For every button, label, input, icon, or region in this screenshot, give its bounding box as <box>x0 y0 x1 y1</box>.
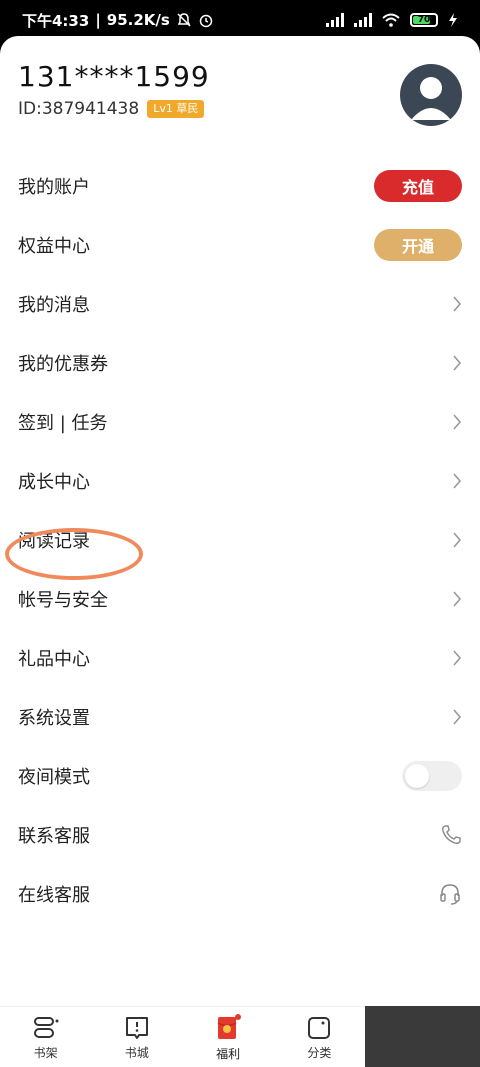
chevron-right-icon <box>453 590 462 607</box>
tab-bookstore[interactable]: 书城 <box>92 1015 182 1061</box>
chevron-right-icon <box>453 649 462 666</box>
recharge-button[interactable]: 充值 <box>374 169 462 202</box>
red-envelope-icon <box>217 1013 242 1039</box>
menu-item-contact-service[interactable]: 联系客服 <box>0 805 480 864</box>
bottom-tab-bar: 书架 书城 福利 分类 <box>0 1006 365 1067</box>
obscured-area <box>365 1006 480 1067</box>
chevron-right-icon <box>453 413 462 430</box>
menu-item-label: 我的消息 <box>18 294 90 316</box>
charging-icon <box>449 13 457 27</box>
user-id: ID:387941438 <box>18 99 140 119</box>
user-phone: 131****1599 <box>18 60 210 93</box>
profile-screen: 131****1599 ID:387941438 Lv1 草民 我的账户 充值 … <box>0 36 480 1067</box>
tab-label: 书城 <box>124 1045 149 1060</box>
tab-category[interactable]: 分类 <box>274 1015 364 1061</box>
status-time: 下午4:33 <box>22 11 90 30</box>
menu-item-label: 我的账户 <box>18 176 90 198</box>
category-icon <box>308 1016 331 1039</box>
headset-icon <box>440 883 460 905</box>
avatar[interactable] <box>400 64 462 126</box>
menu-item-messages[interactable]: 我的消息 <box>0 274 480 333</box>
menu-item-checkin[interactable]: 签到 | 任务 <box>0 392 480 451</box>
chevron-right-icon <box>453 708 462 725</box>
menu-item-label: 成长中心 <box>18 471 90 493</box>
chevron-right-icon <box>453 472 462 489</box>
menu-item-settings[interactable]: 系统设置 <box>0 687 480 746</box>
menu-item-label: 我的优惠券 <box>18 353 108 375</box>
menu-item-coupons[interactable]: 我的优惠券 <box>0 333 480 392</box>
chevron-right-icon <box>453 295 462 312</box>
alarm-icon <box>199 14 213 28</box>
tab-bookshelf[interactable]: 书架 <box>1 1015 91 1061</box>
menu-item-account-security[interactable]: 帐号与安全 <box>0 569 480 628</box>
signal-icon <box>326 13 344 27</box>
signal-icon-2 <box>354 13 372 27</box>
night-mode-toggle[interactable] <box>402 760 462 791</box>
menu-item-label: 权益中心 <box>18 235 90 257</box>
chevron-right-icon <box>453 531 462 548</box>
menu-item-label: 系统设置 <box>18 707 90 729</box>
bookstore-icon <box>125 1016 148 1039</box>
menu-item-reading-history[interactable]: 阅读记录 <box>0 510 480 569</box>
menu-item-label: 签到 | 任务 <box>18 412 108 434</box>
open-button[interactable]: 开通 <box>374 228 462 261</box>
status-speed: 95.2K/s <box>106 11 170 29</box>
mute-bell-icon <box>177 13 191 27</box>
tab-label: 书架 <box>33 1045 58 1060</box>
menu-item-label: 帐号与安全 <box>18 589 108 611</box>
menu-item-account[interactable]: 我的账户 充值 <box>0 156 480 215</box>
menu-item-label: 阅读记录 <box>18 530 90 552</box>
level-badge: Lv1 草民 <box>147 100 205 118</box>
menu-item-label: 夜间模式 <box>18 766 90 788</box>
menu-item-gift-center[interactable]: 礼品中心 <box>0 628 480 687</box>
chevron-right-icon <box>453 354 462 371</box>
status-bar: 下午4:33 | 95.2K/s 70 <box>0 0 480 40</box>
menu-item-growth[interactable]: 成长中心 <box>0 451 480 510</box>
battery-icon: 70 <box>410 13 438 27</box>
bookshelf-icon <box>33 1016 59 1038</box>
profile-header[interactable]: 131****1599 ID:387941438 Lv1 草民 <box>18 60 462 160</box>
menu-item-label: 在线客服 <box>18 884 90 906</box>
tab-welfare[interactable]: 福利 <box>183 1013 273 1062</box>
menu-item-online-service[interactable]: 在线客服 <box>0 864 480 923</box>
menu-item-label: 联系客服 <box>18 825 90 847</box>
menu-item-label: 礼品中心 <box>18 648 90 670</box>
menu-item-night-mode: 夜间模式 <box>0 746 480 805</box>
phone-icon <box>442 824 461 844</box>
menu-item-benefits[interactable]: 权益中心 开通 <box>0 215 480 274</box>
tab-label: 福利 <box>216 1046 241 1061</box>
wifi-icon <box>382 13 400 27</box>
menu-list: 我的账户 充值 权益中心 开通 我的消息 我的优惠券 签到 | 任务 成长中心 … <box>0 156 480 923</box>
tab-label: 分类 <box>307 1045 332 1060</box>
user-avatar-icon <box>411 77 451 120</box>
